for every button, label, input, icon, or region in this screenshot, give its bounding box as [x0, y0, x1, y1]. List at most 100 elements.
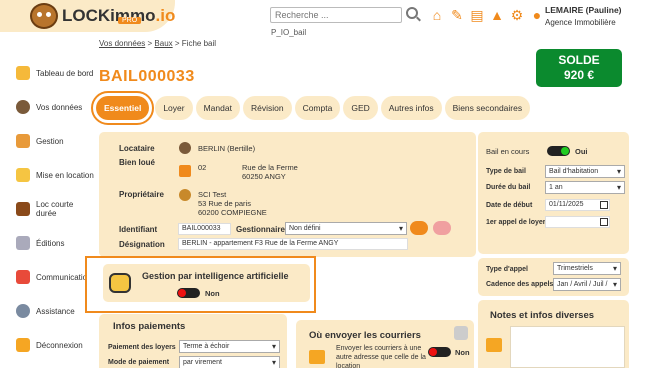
edit-icon[interactable]	[454, 326, 468, 340]
bien-city: 60250 ANGY	[242, 172, 286, 181]
tab-essentiel[interactable]: Essentiel	[90, 91, 155, 125]
tenant-icon	[179, 142, 191, 154]
sidebar-item-short-term[interactable]: Loc courte durée	[16, 194, 96, 224]
user-info[interactable]: LEMAIRE (Pauline) Agence Immobilière	[545, 4, 622, 29]
sidebar-item-label: Communication	[36, 272, 92, 282]
identifiant-input[interactable]: BAIL000033	[178, 223, 231, 235]
cadence-label: Cadence des appels	[486, 281, 554, 288]
calendar-icon[interactable]	[600, 201, 608, 209]
ai-management-panel: Gestion par intelligence artificielle No…	[103, 264, 310, 302]
mail-toggle[interactable]	[428, 347, 451, 357]
sidebar-item-rental[interactable]: Mise en location	[16, 160, 96, 190]
search-icon[interactable]	[406, 7, 418, 19]
mail-toggle-label: Non	[455, 348, 470, 357]
tab-mandat[interactable]: Mandat	[195, 96, 240, 120]
prop-street: 53 Rue de paris	[198, 199, 251, 208]
payments-title: Infos paiements	[113, 321, 186, 332]
home-icon[interactable]: ⌂	[430, 8, 444, 22]
breadcrumb-current: Fiche bail	[181, 39, 217, 48]
solde-amount: 920 €	[563, 68, 595, 82]
brand-name: LOCKimmo	[62, 6, 156, 25]
alert-icon[interactable]: ▲	[490, 8, 504, 22]
duree-select[interactable]: 1 an	[545, 181, 625, 194]
premier-appel-label: 1er appel de loyer	[486, 219, 546, 226]
payments-card: Infos paiements Paiement des loyers Term…	[99, 314, 287, 368]
tab-revision[interactable]: Révision	[242, 96, 292, 120]
rental-icon	[16, 168, 30, 182]
ai-title: Gestion par intelligence artificielle	[142, 271, 289, 281]
sidebar-item-logout[interactable]: Déconnexion	[16, 330, 96, 360]
gestionnaire-select[interactable]: Non défini	[285, 222, 407, 235]
logout-icon	[16, 338, 30, 352]
type-bail-label: Type de bail	[486, 168, 526, 175]
prop-name[interactable]: SCI Test	[198, 190, 226, 199]
calendar-icon[interactable]	[600, 218, 608, 226]
ai-toggle-label: Non	[205, 289, 220, 298]
bien-street[interactable]: Rue de la Ferme	[242, 163, 298, 172]
periode-select[interactable]: Terme à échoir	[179, 340, 280, 353]
brand-suffix: .io	[155, 6, 176, 25]
mail-description: Envoyer les courriers à une autre adress…	[336, 345, 426, 368]
solde-badge: SOLDE 920 €	[536, 49, 622, 87]
locataire-value[interactable]: BERLIN (Bertille)	[198, 144, 255, 153]
user-name: LEMAIRE (Pauline)	[545, 5, 622, 15]
type-bail-select[interactable]: Bail d'habitation	[545, 165, 625, 178]
owner-icon	[179, 189, 191, 201]
notes-icon	[486, 338, 502, 352]
lease-main-card: Locataire BERLIN (Bertille) Bien loué 02…	[99, 132, 476, 257]
tab-ged[interactable]: GED	[343, 96, 378, 120]
breadcrumb-root[interactable]: Vos données	[99, 39, 145, 48]
mode-label: Mode de paiement	[108, 359, 170, 366]
robot-icon	[109, 273, 131, 293]
bail-en-cours-value: Oui	[575, 147, 588, 156]
designation-label: Désignation	[119, 240, 165, 249]
sidebar-item-gestion[interactable]: Gestion	[16, 126, 96, 156]
breadcrumb-baux[interactable]: Baux	[154, 39, 172, 48]
mode-select[interactable]: par virement	[179, 356, 280, 368]
designation-input[interactable]: BERLIN - appartement F3 Rue de la Ferme …	[178, 238, 408, 250]
periode-label: Paiement des loyers	[108, 344, 176, 351]
sidebar-item-label: Assistance	[36, 306, 75, 316]
sidebar-item-label: Mise en location	[36, 170, 94, 180]
gestionnaire-label: Gestionnaire	[236, 225, 285, 234]
communication-icon	[16, 270, 30, 284]
breadcrumb: Vos données > Baux > Fiche bail	[99, 39, 216, 48]
mascot-icon	[30, 3, 58, 29]
search-input[interactable]	[270, 7, 402, 23]
sidebar-item-data[interactable]: Vos données	[16, 92, 96, 122]
sidebar-item-label: Tableau de bord	[36, 68, 94, 78]
notes-card: Notes et infos diverses	[478, 300, 629, 368]
identifiant-label: Identifiant	[119, 225, 158, 234]
cadence-select[interactable]: Jan / Avril / Juil /	[553, 278, 621, 291]
sidebar-item-assistance[interactable]: Assistance	[16, 296, 96, 326]
type-appel-label: Type d'appel	[486, 266, 528, 273]
page-title: BAIL000033	[99, 68, 195, 85]
sidebar-item-label: Déconnexion	[36, 340, 83, 350]
document-icon[interactable]: ▤	[470, 8, 484, 22]
mail-icon	[309, 350, 325, 364]
tab-autres-infos[interactable]: Autres infos	[380, 96, 442, 120]
suitcase-icon	[16, 202, 30, 216]
lease-settings-card: Bail en cours Oui Type de bail Bail d'ha…	[478, 132, 629, 254]
tab-compta[interactable]: Compta	[294, 96, 341, 120]
sidebar-item-dashboard[interactable]: Tableau de bord	[16, 58, 96, 88]
notes-textarea[interactable]	[510, 326, 625, 368]
pro-badge: PRO	[118, 17, 142, 24]
user-icon[interactable]: ●	[530, 8, 544, 22]
gear-icon[interactable]: ⚙	[510, 8, 524, 22]
sidebar-item-communication[interactable]: Communication	[16, 262, 96, 292]
edit-icon[interactable]: ✎	[450, 8, 464, 22]
top-toolbar: ⌂ ✎ ▤ ▲ ⚙ ●	[430, 8, 544, 22]
app-logo[interactable]: LOCKimmo.io PRO	[30, 3, 175, 29]
sidebar-item-editions[interactable]: Éditions	[16, 228, 96, 258]
delete-icon[interactable]	[433, 221, 451, 235]
assistance-icon	[16, 304, 30, 318]
ai-toggle[interactable]	[177, 288, 200, 298]
tab-loyer[interactable]: Loyer	[155, 96, 193, 120]
search-manager-icon[interactable]	[410, 221, 428, 235]
billing-card: Type d'appel Trimestriels Cadence des ap…	[478, 258, 629, 296]
type-appel-select[interactable]: Trimestriels	[553, 262, 621, 275]
person-icon	[16, 100, 30, 114]
tab-biens-secondaires[interactable]: Biens secondaires	[444, 96, 531, 120]
bail-en-cours-toggle[interactable]	[547, 146, 570, 156]
